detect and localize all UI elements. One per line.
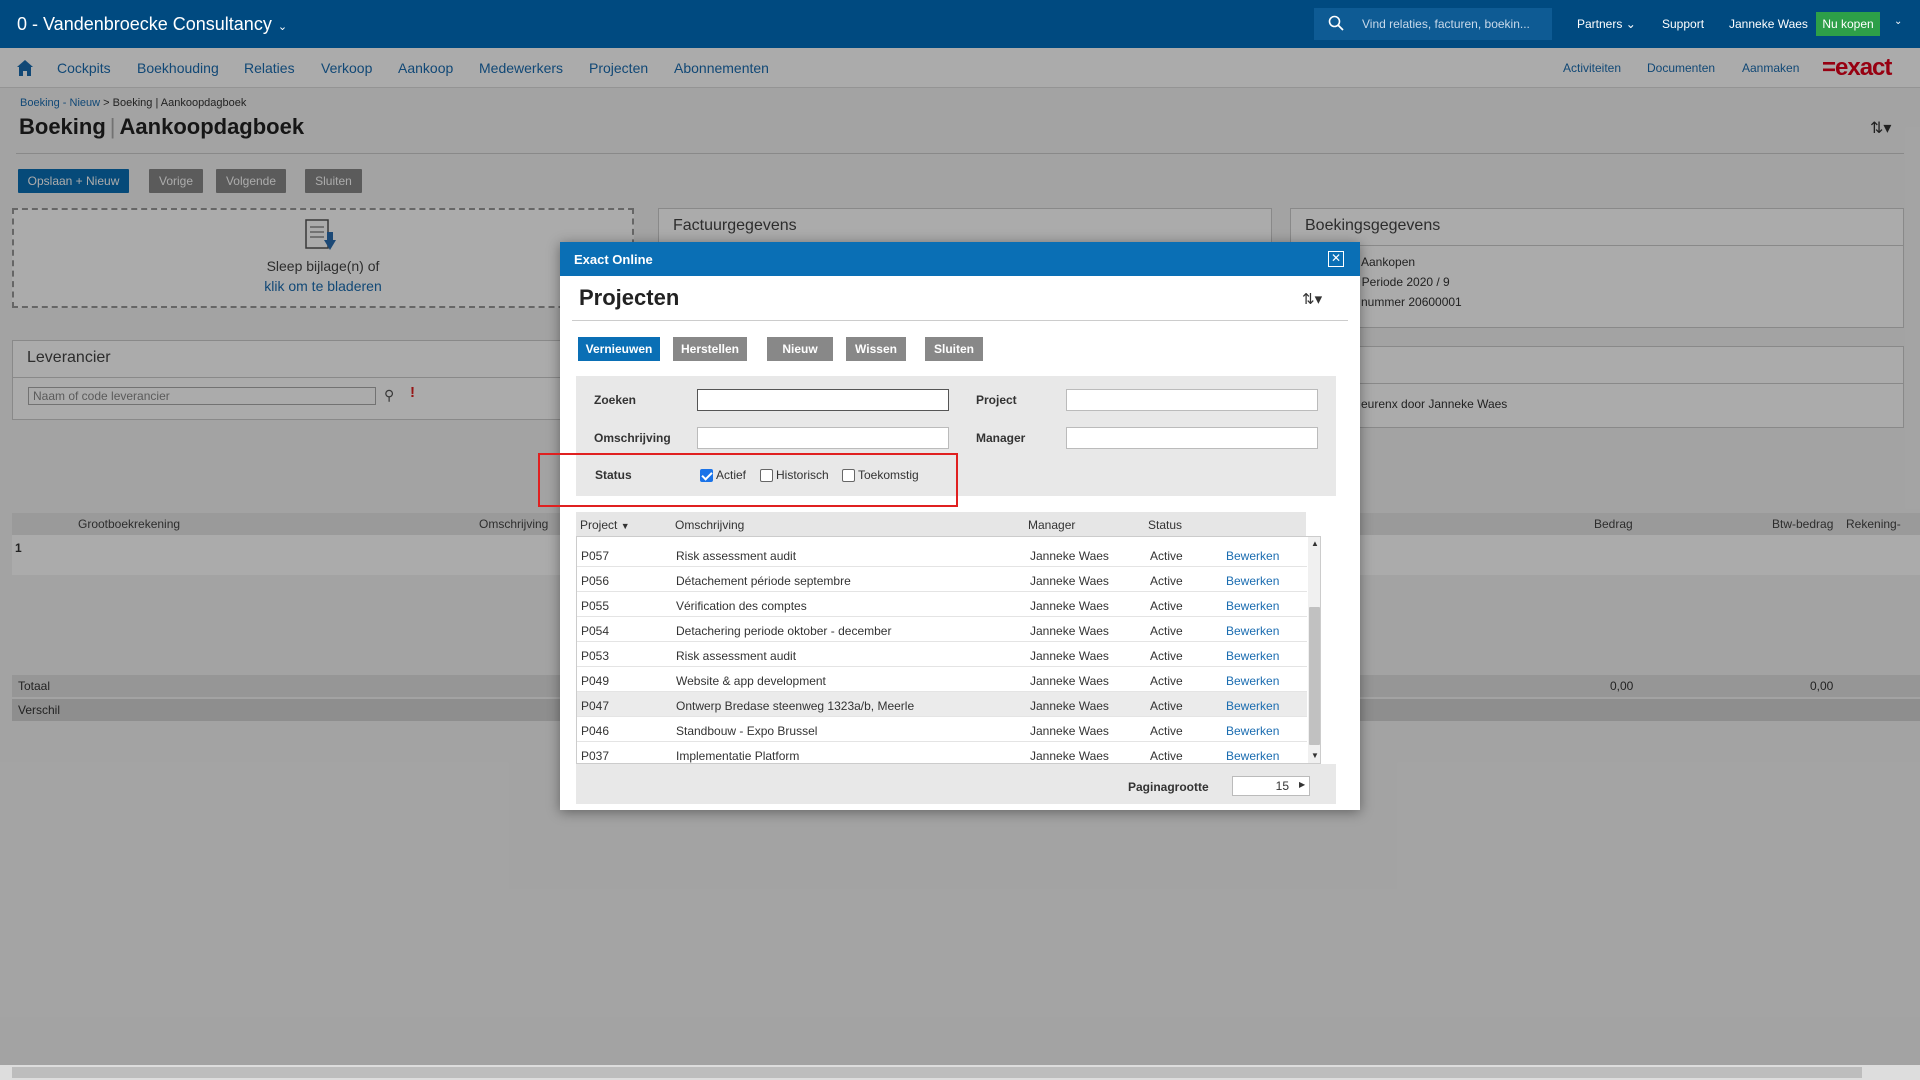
table-footer: Paginagrootte 15 ▶	[576, 764, 1336, 804]
search-icon	[1328, 15, 1344, 31]
chevron-down-icon: ⌄	[277, 21, 288, 33]
table-header: Project ▼ Omschrijving Manager Status	[576, 512, 1306, 536]
dialog-header: Exact Online ✕	[560, 242, 1360, 276]
scrollbar-thumb[interactable]	[1309, 607, 1320, 745]
column-description[interactable]: Omschrijving	[675, 518, 744, 532]
project-input[interactable]	[1066, 389, 1318, 411]
search-input[interactable]	[697, 389, 949, 411]
search-placeholder: Vind relaties, facturen, boekin...	[1362, 17, 1530, 31]
new-button[interactable]: Nieuw	[767, 337, 833, 361]
highlight-annotation	[538, 453, 958, 507]
support-link[interactable]: Support	[1662, 17, 1704, 31]
table-row[interactable]: P057 Risk assessment audit Janneke Waes …	[577, 542, 1307, 567]
page-size-label: Paginagrootte	[1128, 780, 1209, 794]
table-row[interactable]: P049 Website & app development Janneke W…	[577, 667, 1307, 692]
table-row[interactable]: P053 Risk assessment audit Janneke Waes …	[577, 642, 1307, 667]
top-bar: 0 - Vandenbroecke Consultancy ⌄ Vind rela…	[0, 0, 1920, 48]
user-menu[interactable]: Janneke Waes	[1729, 17, 1808, 31]
edit-link[interactable]: Bewerken	[1226, 649, 1279, 663]
description-label: Omschrijving	[594, 431, 671, 445]
caret-right-icon[interactable]: ▶	[1299, 780, 1305, 789]
table-scrollbar[interactable]: ▲ ▼	[1308, 537, 1320, 763]
divider	[572, 320, 1348, 321]
reset-button[interactable]: Herstellen	[673, 337, 747, 361]
scroll-down-icon[interactable]: ▼	[1311, 751, 1319, 760]
global-search[interactable]: Vind relaties, facturen, boekin...	[1314, 8, 1552, 40]
table-row[interactable]: P054 Detachering periode oktober - decem…	[577, 617, 1307, 642]
projects-dialog: Exact Online ✕ Projecten ⇅▾ Vernieuwen H…	[538, 242, 1360, 810]
manager-input[interactable]	[1066, 427, 1318, 449]
scrollbar-thumb[interactable]	[12, 1067, 1862, 1078]
search-label: Zoeken	[594, 393, 637, 407]
table-row[interactable]: P047 Ontwerp Bredase steenweg 1323a/b, M…	[577, 692, 1307, 717]
table-row[interactable]: P046 Standbouw - Expo Brussel Janneke Wa…	[577, 717, 1307, 742]
clear-button[interactable]: Wissen	[846, 337, 906, 361]
partners-menu[interactable]: Partners ⌄	[1577, 17, 1636, 31]
edit-link[interactable]: Bewerken	[1226, 674, 1279, 688]
company-selector[interactable]: 0 - Vandenbroecke Consultancy ⌄	[17, 14, 287, 35]
chevron-down-icon[interactable]: ⌄	[1894, 16, 1902, 27]
table-row[interactable]: P037 Implementatie Platform Janneke Waes…	[577, 742, 1307, 763]
description-input[interactable]	[697, 427, 949, 449]
edit-link[interactable]: Bewerken	[1226, 699, 1279, 713]
column-project[interactable]: Project ▼	[580, 518, 630, 532]
scroll-up-icon[interactable]: ▲	[1311, 539, 1319, 548]
settings-icon[interactable]: ⇅▾	[1302, 290, 1322, 308]
edit-link[interactable]: Bewerken	[1226, 599, 1279, 613]
dialog-header-title: Exact Online	[574, 252, 653, 267]
table-row[interactable]: P056 Détachement période septembre Janne…	[577, 567, 1307, 592]
edit-link[interactable]: Bewerken	[1226, 724, 1279, 738]
close-button[interactable]: Sluiten	[925, 337, 983, 361]
buy-now-button[interactable]: Nu kopen	[1816, 12, 1880, 36]
projects-table: P057 Risk assessment audit Janneke Waes …	[576, 536, 1321, 764]
column-status[interactable]: Status	[1148, 518, 1182, 532]
edit-link[interactable]: Bewerken	[1226, 549, 1279, 563]
table-row[interactable]: P055 Vérification des comptes Janneke Wa…	[577, 592, 1307, 617]
chevron-down-icon: ⌄	[1625, 17, 1636, 31]
column-manager[interactable]: Manager	[1028, 518, 1075, 532]
dialog-title: Projecten	[579, 285, 680, 310]
horizontal-scrollbar[interactable]	[0, 1065, 1920, 1080]
close-icon[interactable]: ✕	[1328, 251, 1344, 267]
project-label: Project	[976, 393, 1017, 407]
edit-link[interactable]: Bewerken	[1226, 749, 1279, 763]
manager-label: Manager	[976, 431, 1026, 445]
sort-down-icon: ▼	[620, 521, 630, 531]
edit-link[interactable]: Bewerken	[1226, 624, 1279, 638]
refresh-button[interactable]: Vernieuwen	[578, 337, 660, 361]
edit-link[interactable]: Bewerken	[1226, 574, 1279, 588]
